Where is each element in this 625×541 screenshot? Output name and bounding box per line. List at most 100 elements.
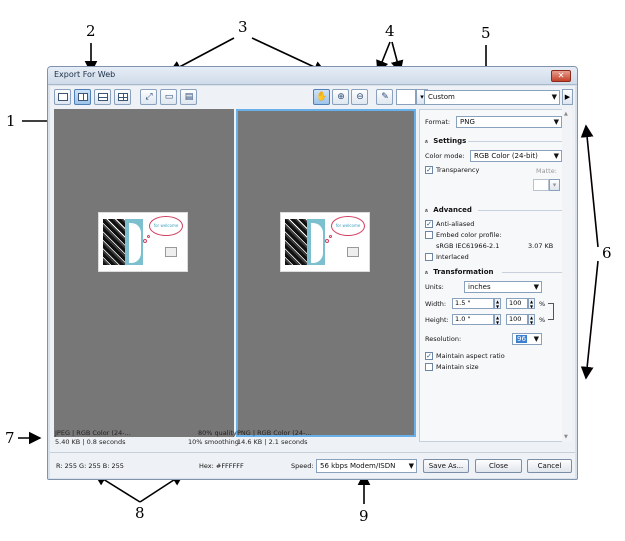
width-label: Width: <box>425 300 447 308</box>
right-info-format: PNG | RGB Color (24-... <box>237 429 312 437</box>
settings-scrollbar[interactable]: ▲ ▼ <box>562 109 572 442</box>
format-label: Format: <box>425 118 451 126</box>
callout-8: 8 <box>135 504 145 522</box>
chevron-down-icon: ▼ <box>533 335 539 343</box>
preset-value: Custom <box>428 93 455 101</box>
eyedropper-button[interactable]: ✎ <box>376 89 393 105</box>
split-horizontal-button[interactable] <box>94 89 111 105</box>
format-dropdown[interactable]: PNG ▼ <box>456 116 562 128</box>
hex-readout: Hex: #FFFFFF <box>199 462 244 470</box>
matte-color-swatch[interactable] <box>533 179 549 191</box>
profile-name: sRGB IEC61966-2.1 <box>436 242 500 250</box>
height-percent-symbol: % <box>539 316 546 324</box>
single-view-icon <box>58 93 68 101</box>
callout-6: 6 <box>602 244 612 262</box>
width-percent-input[interactable]: 100 <box>506 298 528 309</box>
width-spinner[interactable]: ▲ ▼ <box>494 298 501 309</box>
thumb-bubble-text: for welcome <box>149 216 183 236</box>
embed-profile-checkbox[interactable] <box>425 231 433 239</box>
split-vertical-icon <box>78 93 88 101</box>
left-info-size: 5.40 KB | 0.8 seconds <box>55 438 126 446</box>
resolution-label: Resolution: <box>425 335 462 343</box>
cancel-button[interactable]: Cancel <box>527 459 572 473</box>
preset-dropdown[interactable]: Custom ▼ <box>424 90 560 105</box>
callout-1: 1 <box>6 112 16 130</box>
preview-image: for welcome <box>280 212 370 272</box>
eyedropper-color-swatch[interactable] <box>396 89 416 105</box>
color-mode-dropdown[interactable]: RGB Color (24-bit) ▼ <box>470 150 562 162</box>
save-as-button[interactable]: Save As... <box>423 459 469 473</box>
units-label: Units: <box>425 283 444 291</box>
height-percent-spinner[interactable]: ▲ ▼ <box>528 314 535 325</box>
preview-browser-button[interactable]: ▤ <box>180 89 197 105</box>
status-bar: R: 255 G: 255 B: 255 Hex: #FFFFFF Speed:… <box>50 452 575 478</box>
units-dropdown[interactable]: inches ▼ <box>464 281 542 293</box>
right-info-size: 14.6 KB | 2.1 seconds <box>237 438 308 446</box>
speed-value: 56 kbps Modem/ISDN <box>320 462 396 470</box>
chevron-down-icon: ▼ <box>553 118 559 126</box>
chevron-down-icon: ▼ <box>533 283 539 291</box>
settings-section-header[interactable]: Settings <box>425 137 466 146</box>
export-for-web-dialog: Export For Web ✕ ⤢ ▭ ▤ ✋ ⊕ ⊖ ✎ ▾ Custom ▼… <box>47 66 578 480</box>
height-input[interactable]: 1.0 " <box>452 314 494 325</box>
left-info-format: JPEG | RGB Color (24-... <box>55 429 131 437</box>
height-spinner[interactable]: ▲ ▼ <box>494 314 501 325</box>
split-horizontal-icon <box>98 93 108 101</box>
window-close-button[interactable]: ✕ <box>551 70 571 82</box>
interlaced-checkbox[interactable] <box>425 253 433 261</box>
quad-view-button[interactable] <box>114 89 131 105</box>
single-view-button[interactable] <box>54 89 71 105</box>
close-button[interactable]: Close <box>475 459 522 473</box>
actual-size-button[interactable]: ▭ <box>160 89 177 105</box>
zoom-out-icon: ⊖ <box>356 92 364 102</box>
left-info-quality: 80% quality <box>198 429 237 437</box>
format-value: PNG <box>460 118 475 126</box>
callout-4: 4 <box>385 22 395 40</box>
speed-dropdown[interactable]: 56 kbps Modem/ISDN ▼ <box>316 459 417 473</box>
transformation-section-header[interactable]: Transformation <box>425 268 493 277</box>
callout-7: 7 <box>5 429 15 447</box>
preview-browser-icon: ▤ <box>184 92 194 102</box>
maintain-size-checkbox[interactable] <box>425 363 433 371</box>
maintain-ratio-checkbox[interactable]: ✓ <box>425 352 433 360</box>
actual-size-icon: ▭ <box>164 92 174 102</box>
scroll-up-icon[interactable]: ▲ <box>564 111 568 117</box>
speed-label: Speed: <box>291 462 314 470</box>
zoom-out-button[interactable]: ⊖ <box>351 89 368 105</box>
chevron-down-icon: ▼ <box>553 152 559 160</box>
transparency-checkbox[interactable]: ✓ <box>425 166 433 174</box>
annotated-screenshot: 1 2 3 4 5 6 7 8 9 Export For Web ✕ ⤢ ▭ ▤… <box>0 0 625 541</box>
preview-pane-left[interactable]: for welcome <box>54 109 234 437</box>
thumb-bubble-text: for welcome <box>331 216 365 236</box>
quad-view-icon <box>118 93 128 101</box>
width-percent-spinner[interactable]: ▲ ▼ <box>528 298 535 309</box>
matte-dropdown-arrow[interactable]: ▾ <box>549 179 560 191</box>
zoom-in-icon: ⊕ <box>337 92 345 102</box>
hand-tool-icon: ✋ <box>316 92 328 102</box>
gift-graphic <box>347 247 359 257</box>
callout-3: 3 <box>238 18 248 36</box>
anti-aliased-checkbox[interactable]: ✓ <box>425 220 433 228</box>
hand-tool-button[interactable]: ✋ <box>313 89 330 105</box>
color-mode-label: Color mode: <box>425 152 465 160</box>
link-bracket <box>548 303 554 320</box>
gift-graphic <box>165 247 177 257</box>
height-label: Height: <box>425 316 449 324</box>
scroll-down-icon[interactable]: ▼ <box>564 434 568 440</box>
fit-page-button[interactable]: ⤢ <box>140 89 157 105</box>
anti-aliased-label: Anti-aliased <box>436 220 475 228</box>
height-percent-input[interactable]: 100 <box>506 314 528 325</box>
chevron-down-icon: ▼ <box>551 93 557 101</box>
preview-pane-right[interactable]: for welcome <box>236 109 416 437</box>
fit-page-icon: ⤢ <box>145 92 153 102</box>
left-info-smoothing: 10% smoothing <box>188 438 239 446</box>
advanced-section-header[interactable]: Advanced <box>425 206 472 215</box>
callout-2: 2 <box>86 22 96 40</box>
resolution-dropdown[interactable]: 96 ▼ <box>512 333 542 345</box>
zoom-in-button[interactable]: ⊕ <box>332 89 349 105</box>
split-vertical-button[interactable] <box>74 89 91 105</box>
preset-menu-button[interactable]: ▶ <box>562 89 573 105</box>
interlaced-label: Interlaced <box>436 253 469 261</box>
width-input[interactable]: 1.5 " <box>452 298 494 309</box>
resolution-value: 96 <box>516 335 527 343</box>
